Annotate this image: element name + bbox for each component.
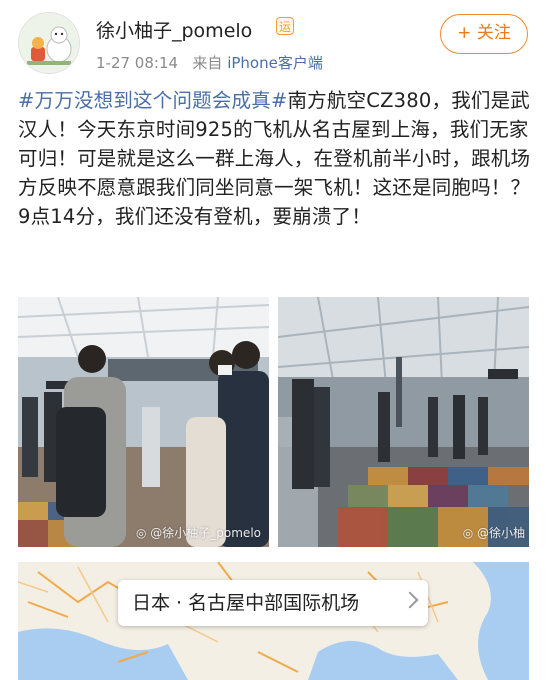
- post-body-lead: 南方航空: [287, 89, 367, 112]
- post-source-client[interactable]: iPhone客户端: [227, 54, 323, 72]
- chevron-right-icon: [401, 591, 419, 609]
- airport-gate-photo-left[interactable]: ◎ @徐小柚子_pomelo: [18, 297, 269, 547]
- photo-watermark: ◎ @徐小柚: [462, 526, 525, 540]
- user-avatar[interactable]: [18, 12, 80, 74]
- photo-watermark: ◎ @徐小柚子_pomelo: [135, 526, 261, 540]
- member-badge-icon: 运: [276, 17, 294, 35]
- post-header: 徐小柚子_pomelo 运 1-27 08:14 来自 iPhone客户端 + …: [0, 0, 548, 80]
- post-meta: 1-27 08:14 来自 iPhone客户端: [96, 52, 323, 73]
- post-body: #万万没想到这个问题会成真#南方航空CZ380，我们是武汉人！今天东京时间925…: [18, 86, 532, 231]
- location-label: 日本 · 名古屋中部国际机场: [132, 592, 360, 614]
- post-time: 1-27 08:14: [96, 54, 179, 72]
- hashtag-link[interactable]: #万万没想到这个问题会成真#: [18, 89, 287, 112]
- airport-hall-image: [278, 297, 529, 547]
- avatar-illustration-icon: [19, 13, 79, 73]
- airport-gate-photo-right[interactable]: ◎ @徐小柚: [278, 297, 529, 547]
- username[interactable]: 徐小柚子_pomelo: [96, 16, 252, 43]
- airport-scene-image: [18, 297, 269, 547]
- follow-button[interactable]: + 关注: [440, 14, 528, 54]
- location-tag[interactable]: 日本 · 名古屋中部国际机场: [118, 580, 428, 626]
- post-source-prefix: 来自: [192, 54, 223, 72]
